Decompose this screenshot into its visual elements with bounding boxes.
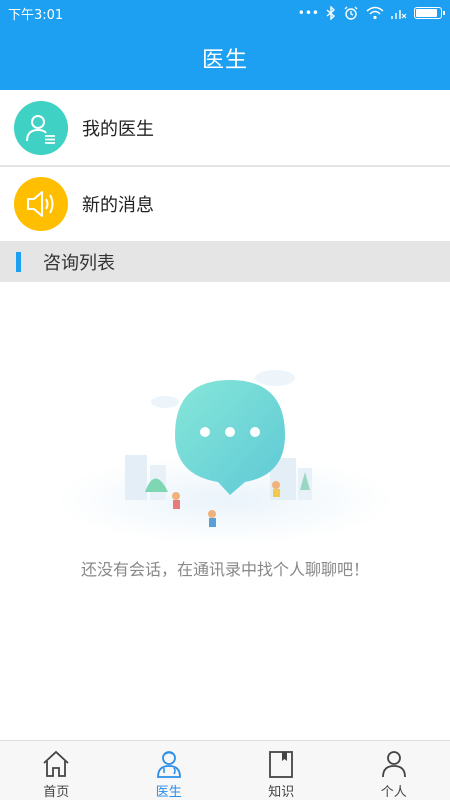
my-doctor-row[interactable]: 我的医生 bbox=[0, 91, 450, 165]
new-messages-row[interactable]: 新的消息 bbox=[0, 167, 450, 241]
status-bar: 下午3:01 ••• bbox=[0, 0, 450, 26]
new-messages-icon-circle bbox=[14, 177, 68, 231]
status-time: 下午3:01 bbox=[8, 7, 64, 23]
tab-doctor[interactable]: 医生 bbox=[113, 741, 226, 800]
page-title: 医生 bbox=[201, 48, 248, 73]
bottom-tab-bar: 首页 医生 知识 个人 bbox=[0, 740, 450, 800]
alarm-icon bbox=[344, 6, 358, 20]
wifi-icon bbox=[366, 6, 384, 20]
empty-chat-illustration bbox=[55, 370, 395, 545]
speaker-icon bbox=[27, 191, 54, 217]
status-icons: ••• bbox=[297, 5, 445, 21]
doctor-list-icon bbox=[26, 115, 55, 144]
bluetooth-icon bbox=[326, 6, 336, 20]
tab-personal[interactable]: 个人 bbox=[338, 741, 450, 800]
battery-icon bbox=[414, 7, 445, 19]
tab-knowledge-label: 知识 bbox=[268, 785, 295, 800]
tab-doctor-label: 医生 bbox=[155, 785, 182, 800]
tab-personal-label: 个人 bbox=[380, 785, 407, 800]
tab-knowledge[interactable]: 知识 bbox=[225, 741, 338, 800]
my-doctor-icon-circle bbox=[14, 101, 68, 155]
person-icon bbox=[381, 751, 406, 778]
title-bar: 医生 bbox=[0, 26, 450, 90]
consult-list-header: 咨询列表 bbox=[0, 241, 450, 282]
empty-state-message: 还没有会话，在通讯录中找个人聊聊吧！ bbox=[80, 560, 369, 579]
signal-icon bbox=[391, 10, 407, 19]
book-icon bbox=[269, 751, 294, 778]
my-doctor-label: 我的医生 bbox=[82, 119, 154, 140]
tab-home[interactable]: 首页 bbox=[0, 741, 113, 800]
doctor-icon bbox=[156, 751, 181, 778]
section-accent-bar bbox=[16, 251, 21, 272]
tab-home-label: 首页 bbox=[43, 785, 70, 800]
section-title: 咨询列表 bbox=[43, 252, 115, 274]
notification-dots: ••• bbox=[297, 6, 319, 20]
new-messages-label: 新的消息 bbox=[82, 195, 154, 216]
home-icon bbox=[43, 750, 69, 777]
